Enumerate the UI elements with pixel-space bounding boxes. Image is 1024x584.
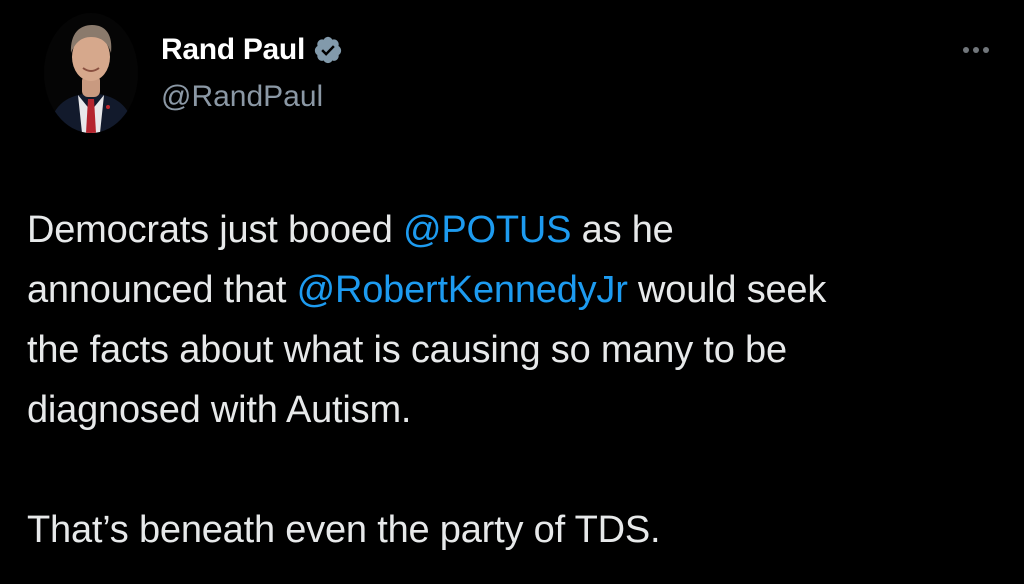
tweet-text-segment: would seek (627, 269, 827, 311)
more-options-button[interactable] (952, 36, 1000, 64)
tweet-line: diagnosed with Autism. (27, 389, 412, 431)
tweet-text-segment: Democrats just booed (27, 209, 403, 251)
mention-robertkennedyjr-link[interactable]: @RobertKennedyJr (297, 269, 628, 311)
tweet-line: That’s beneath even the party of TDS. (27, 509, 661, 551)
tweet-line: announced that @RobertKennedyJr would se… (27, 260, 1007, 320)
ellipsis-icon (973, 47, 979, 53)
author-handle[interactable]: @RandPaul (161, 80, 323, 114)
profile-photo-icon (44, 13, 138, 133)
tweet-text-segment: as he (571, 209, 674, 251)
mention-potus-link[interactable]: @POTUS (403, 209, 571, 251)
tweet-text: Democrats just booed @POTUS as he announ… (27, 200, 1007, 560)
tweet-line: Democrats just booed @POTUS as he (27, 200, 1007, 260)
author-name[interactable]: Rand Paul (161, 33, 305, 67)
author-avatar[interactable] (44, 13, 138, 133)
ellipsis-icon (963, 47, 969, 53)
tweet-card: Rand Paul @RandPaul Democrats just booed… (0, 0, 1024, 584)
tweet-text-segment: announced that (27, 269, 297, 311)
author-name-row[interactable]: Rand Paul (161, 30, 343, 70)
ellipsis-icon (983, 47, 989, 53)
verified-badge-icon (313, 35, 343, 65)
tweet-line: the facts about what is causing so many … (27, 329, 787, 371)
